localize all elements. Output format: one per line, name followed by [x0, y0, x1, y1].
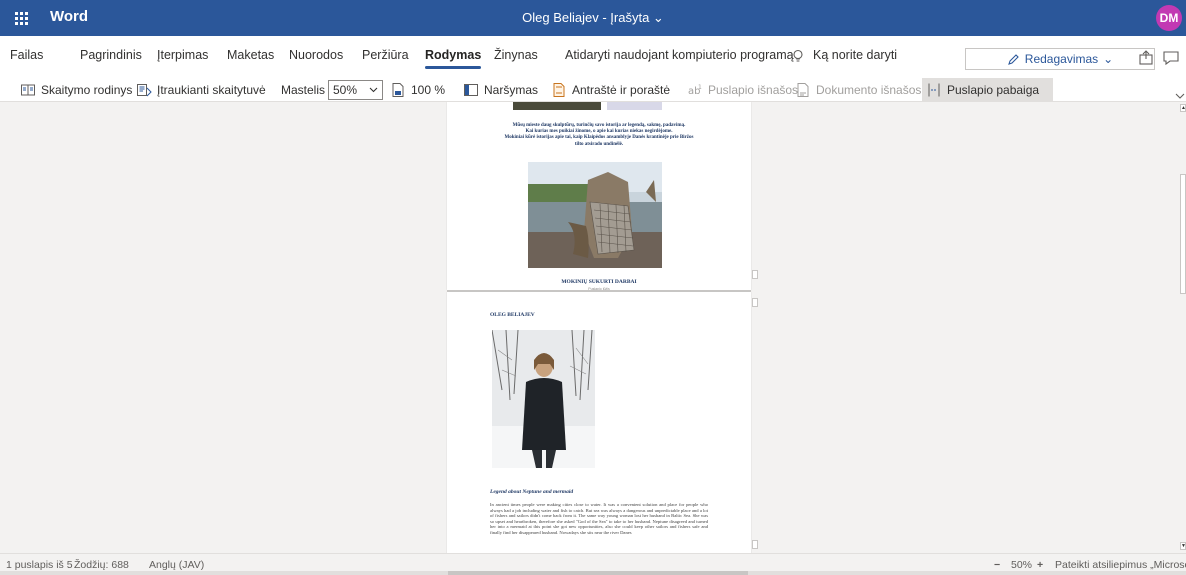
- page-info: 1 puslapis iš 5: [6, 559, 73, 571]
- scroll-down-icon[interactable]: ▼: [1180, 542, 1186, 550]
- page-footnotes-button[interactable]: ab 1 Puslapio išnašos: [687, 78, 798, 102]
- document-page-2[interactable]: OLEG BELIAJEV Legend about Neptune and m…: [447, 292, 751, 553]
- image-fragment: [513, 102, 601, 110]
- header-footer-label: Antraštė ir poraštė: [572, 83, 671, 97]
- tab-review[interactable]: Peržiūra: [362, 48, 409, 62]
- lightbulb-icon: [793, 49, 803, 62]
- zoom-label-text: Mastelis: [281, 83, 326, 97]
- zoom-page-icon: [392, 83, 404, 97]
- chevron-down-icon[interactable]: [1175, 91, 1185, 101]
- feedback-link[interactable]: Pateikti atsiliepimus „Microsoft": [1055, 559, 1186, 571]
- pencil-icon: [1007, 53, 1019, 65]
- tab-help[interactable]: Žinynas: [494, 48, 538, 62]
- chevron-down-icon: ⌄: [1103, 52, 1114, 66]
- navigation-pane-icon: [464, 84, 478, 96]
- tab-home[interactable]: Pagrindinis: [80, 48, 142, 62]
- zoom-out-button[interactable]: −: [994, 559, 1000, 571]
- tab-open-in-desktop[interactable]: Atidaryti naudojant kompiuterio programą: [565, 48, 794, 62]
- title-bar: Word Oleg Beliajev - Įrašyta ⌄ DM: [0, 0, 1186, 36]
- section-caption: MOKINIŲ SUKURTI DARBAI: [561, 279, 637, 285]
- tab-references[interactable]: Nuorodos: [289, 48, 343, 62]
- editing-mode-label: Redagavimas: [1024, 52, 1099, 66]
- zoom-100-button[interactable]: 100 %: [390, 78, 445, 102]
- page-end-icon: [928, 83, 940, 97]
- margin-marker: [752, 298, 758, 307]
- zoom-select-value: 50%: [333, 83, 358, 97]
- word-online-window: Word Oleg Beliajev - Įrašyta ⌄ DM Failas…: [0, 0, 1186, 575]
- svg-text:1: 1: [698, 84, 702, 91]
- page-end-button[interactable]: Puslapio pabaiga: [922, 78, 1054, 102]
- document-footnotes-button[interactable]: Dokumento išnašos: [795, 78, 921, 102]
- header-footer-icon: [553, 83, 565, 97]
- document-title[interactable]: Oleg Beliajev - Įrašyta ⌄: [0, 10, 1186, 26]
- endnote-icon: [797, 83, 809, 97]
- horizontal-scrollbar[interactable]: [0, 571, 1186, 575]
- immersive-reader-label: Įtraukianti skaitytuvė: [157, 83, 266, 97]
- page-footnotes-label: Puslapio išnašos: [708, 83, 799, 97]
- intro-paragraph: Mūsų mieste daug skulptūrų, turinčių sav…: [477, 123, 721, 148]
- editing-mode-button[interactable]: Redagavimas ⌄: [965, 48, 1155, 70]
- page-end-label: Puslapio pabaiga: [947, 83, 1040, 97]
- footnote-icon: ab 1: [688, 84, 702, 97]
- document-footnotes-label: Dokumento išnašos: [816, 83, 922, 97]
- reading-view-button[interactable]: Skaitymo rodinys: [20, 78, 132, 102]
- author-name: OLEG BELIAJEV: [490, 312, 535, 318]
- image-fragment: [607, 102, 662, 110]
- mermaid-sculpture-photo: [528, 162, 662, 268]
- scroll-up-icon[interactable]: ▲: [1180, 104, 1186, 112]
- author-photo: [492, 330, 595, 468]
- tab-view[interactable]: Rodymas: [425, 48, 482, 69]
- zoom-percent[interactable]: 50%: [1011, 559, 1032, 571]
- navigation-label: Naršymas: [484, 83, 539, 97]
- scroll-thumb[interactable]: [1180, 174, 1186, 294]
- zoom-in-button[interactable]: +: [1037, 559, 1043, 571]
- user-avatar[interactable]: DM: [1156, 5, 1182, 31]
- header-footer-button[interactable]: Antraštė ir poraštė: [551, 78, 670, 102]
- comment-icon[interactable]: [1162, 49, 1180, 67]
- immersive-reader-button[interactable]: Įtraukianti skaitytuvė: [136, 78, 266, 102]
- zoom-label: Mastelis: [281, 78, 325, 102]
- word-count[interactable]: Žodžių: 688: [74, 559, 129, 571]
- legend-heading: Legend about Neptune and mermaid: [490, 489, 574, 495]
- reading-view-label: Skaitymo rodinys: [41, 83, 133, 97]
- chevron-down-icon: [369, 87, 378, 93]
- scroll-thumb[interactable]: [448, 571, 748, 575]
- vertical-scrollbar[interactable]: ▲ ▼: [1180, 102, 1186, 553]
- share-icon[interactable]: [1137, 49, 1155, 67]
- language[interactable]: Anglų (JAV): [149, 559, 204, 571]
- intro-line: tilto atsirado undinėlė.: [574, 141, 624, 147]
- zoom-select[interactable]: 50%: [328, 80, 383, 100]
- tab-layout[interactable]: Maketas: [227, 48, 274, 62]
- tab-insert[interactable]: Įterpimas: [157, 48, 208, 62]
- document-canvas[interactable]: Mūsų mieste daug skulptūrų, turinčių sav…: [0, 102, 1180, 553]
- book-icon: [21, 84, 35, 96]
- intro-line: Mokiniai kūrė istorijas apie tai, kaip K…: [504, 135, 694, 141]
- navigation-button[interactable]: Naršymas: [463, 78, 538, 102]
- zoom-100-label: 100 %: [411, 83, 446, 97]
- legend-body: In ancient times people were making citi…: [490, 502, 708, 535]
- margin-marker: [752, 540, 758, 549]
- tab-file[interactable]: Failas: [10, 48, 43, 62]
- document-page-1[interactable]: Mūsų mieste daug skulptūrų, turinčių sav…: [447, 102, 751, 291]
- tell-me-search[interactable]: Ką norite daryti: [813, 48, 897, 62]
- margin-marker: [752, 270, 758, 279]
- immersive-reader-icon: [137, 84, 152, 97]
